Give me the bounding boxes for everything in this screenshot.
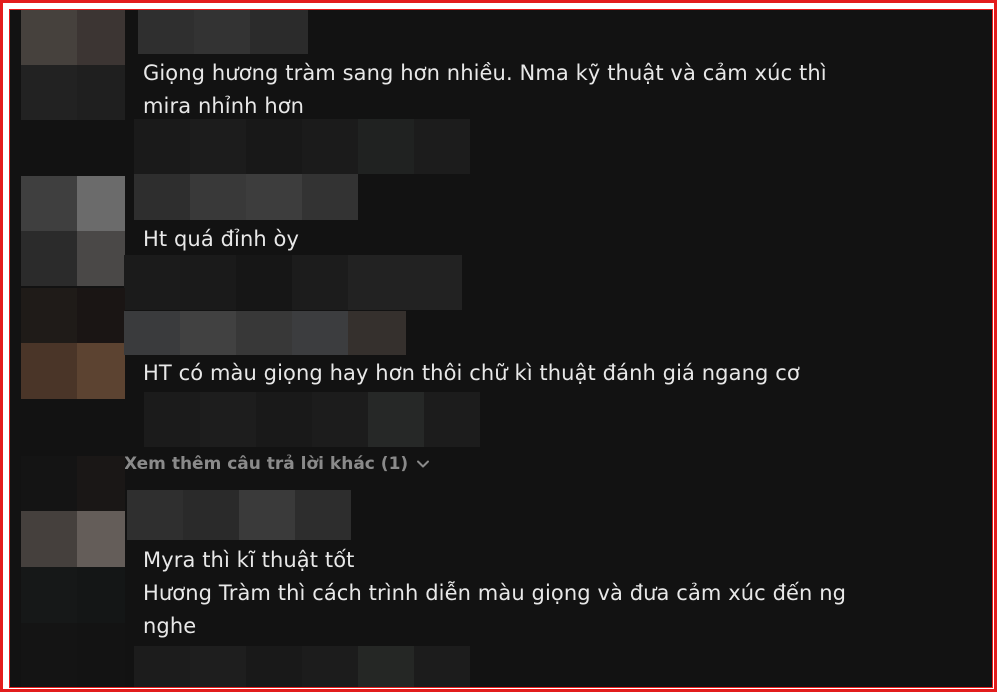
- comment-line: Giọng hương tràm sang hơn nhiều. Nma kỹ …: [143, 61, 827, 85]
- comment-body: Ht quá đỉnh òy: [143, 223, 299, 256]
- comment-body: Giọng hương tràm sang hơn nhiều. Nma kỹ …: [143, 57, 827, 123]
- comment-line: Myra thì kĩ thuật tốt: [143, 548, 355, 572]
- chevron-down-icon: [417, 460, 430, 468]
- see-more-label: Xem thêm câu trả lời khác (1): [124, 454, 409, 474]
- avatar[interactable]: [21, 456, 125, 687]
- comment-actions[interactable]: [134, 119, 470, 174]
- comment-line: nghe: [143, 614, 197, 638]
- comment-actions[interactable]: [144, 392, 480, 447]
- comment-line: Ht quá đỉnh òy: [143, 227, 300, 251]
- comment-body: Myra thì kĩ thuật tốt Hương Tràm thì các…: [143, 544, 846, 643]
- comment-line: Hương Tràm thì cách trình diễn màu giọng…: [143, 581, 847, 605]
- comment-thread: Giọng hương tràm sang hơn nhiều. Nma kỹ …: [9, 9, 993, 688]
- avatar[interactable]: [21, 10, 125, 120]
- comment-line: HT có màu giọng hay hơn thôi chữ kì thuậ…: [143, 361, 800, 385]
- comment-actions[interactable]: [134, 646, 470, 687]
- avatar[interactable]: [21, 288, 125, 399]
- author-name[interactable]: [138, 10, 308, 54]
- author-name[interactable]: [124, 311, 406, 355]
- see-more-replies-button[interactable]: Xem thêm câu trả lời khác (1): [124, 454, 430, 474]
- author-name[interactable]: [127, 490, 351, 540]
- screenshot-frame: Giọng hương tràm sang hơn nhiều. Nma kỹ …: [0, 0, 997, 692]
- comment-body: HT có màu giọng hay hơn thôi chữ kì thuậ…: [143, 357, 800, 390]
- avatar[interactable]: [21, 176, 125, 286]
- comment-actions[interactable]: [124, 255, 462, 310]
- author-name[interactable]: [134, 174, 358, 220]
